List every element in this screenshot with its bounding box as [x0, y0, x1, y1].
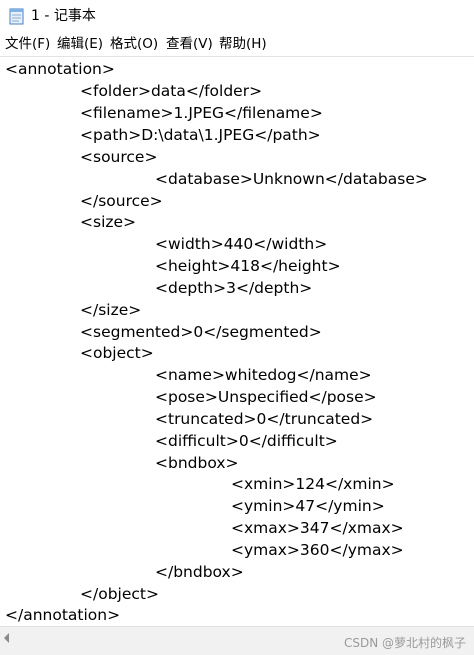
- text-line: </source>: [80, 192, 163, 210]
- menu-edit[interactable]: 编辑(E): [57, 34, 103, 54]
- text-line: </object>: [80, 585, 159, 603]
- text-line: <width>440</width>: [155, 235, 328, 253]
- menu-help[interactable]: 帮助(H): [219, 34, 267, 54]
- text-line: <ymin>47</ymin>: [231, 497, 385, 515]
- text-line: <source>: [80, 148, 158, 166]
- text-line: <database>Unknown</database>: [155, 170, 428, 188]
- menu-file[interactable]: 文件(F): [5, 34, 50, 54]
- notepad-icon: [9, 8, 24, 25]
- text-line: <bndbox>: [155, 454, 239, 472]
- text-line: <path>D:\data\1.JPEG</path>: [80, 126, 321, 144]
- text-editor-area[interactable]: <annotation> <folder>data</folder> <file…: [0, 57, 474, 625]
- text-line: <name>whitedog</name>: [155, 366, 372, 384]
- title-bar: 1 - 记事本: [0, 0, 474, 32]
- text-line: <object>: [80, 344, 154, 362]
- text-line: </bndbox>: [155, 563, 244, 581]
- text-line: <pose>Unspecified</pose>: [155, 388, 377, 406]
- text-line: <segmented>0</segmented>: [80, 323, 322, 341]
- text-line: <filename>1.JPEG</filename>: [80, 104, 323, 122]
- menu-bar: 文件(F) 编辑(E) 格式(O) 查看(V) 帮助(H): [0, 32, 474, 56]
- text-line: <annotation>: [5, 60, 115, 78]
- text-line: <xmin>124</xmin>: [231, 475, 395, 493]
- text-line: <truncated>0</truncated>: [155, 410, 374, 428]
- text-line: <height>418</height>: [155, 257, 341, 275]
- text-line: </size>: [80, 301, 142, 319]
- scroll-left-arrow-icon[interactable]: [4, 633, 9, 643]
- watermark: CSDN @萝北村的枫子: [343, 636, 466, 650]
- text-line: <difficult>0</difficult>: [155, 432, 338, 450]
- window-title: 1 - 记事本: [31, 8, 96, 24]
- text-line: <folder>data</folder>: [80, 82, 263, 100]
- text-line: </annotation>: [5, 606, 121, 624]
- text-line: <size>: [80, 213, 137, 231]
- menu-view[interactable]: 查看(V): [166, 34, 213, 54]
- menu-format[interactable]: 格式(O): [110, 34, 158, 54]
- horizontal-scrollbar[interactable]: CSDN @萝北村的枫子: [0, 626, 474, 655]
- text-line: <depth>3</depth>: [155, 279, 313, 297]
- text-line: <ymax>360</ymax>: [231, 541, 404, 559]
- text-line: <xmax>347</xmax>: [231, 519, 404, 537]
